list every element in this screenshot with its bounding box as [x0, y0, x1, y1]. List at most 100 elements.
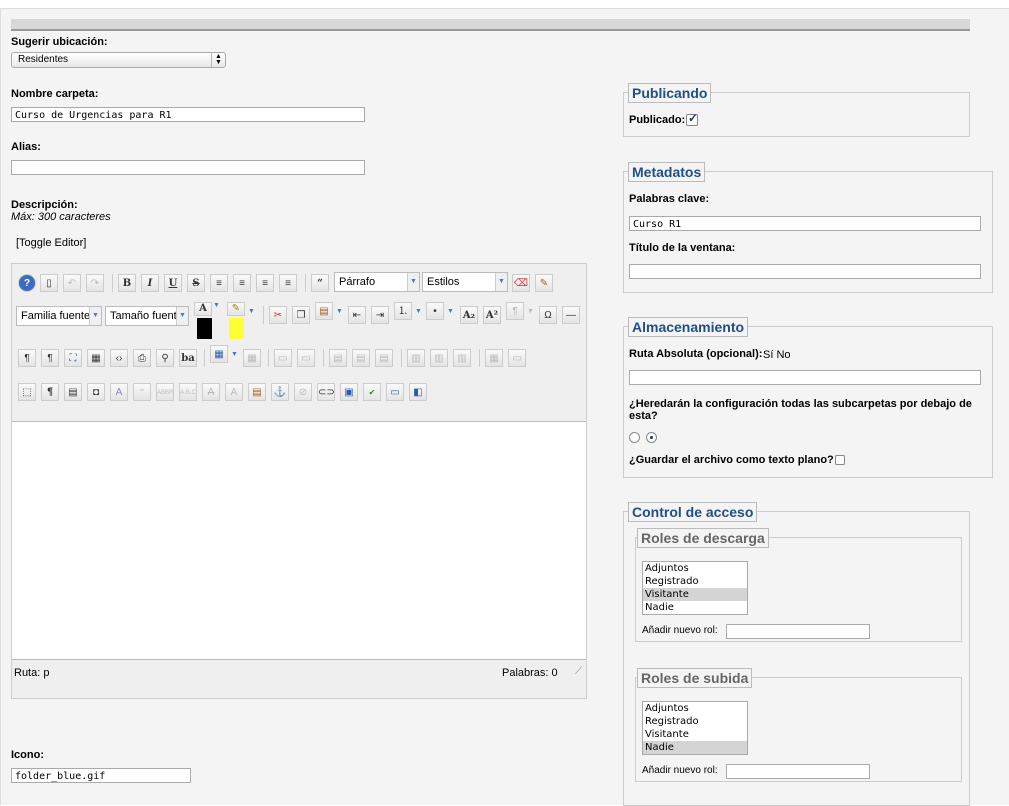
toggle-editor-link[interactable]: [Toggle Editor] — [16, 237, 86, 249]
subscript-icon[interactable]: A₂ — [460, 306, 478, 324]
insert-row-after-icon[interactable]: ▤ — [352, 349, 370, 367]
template-icon[interactable]: ▤ — [64, 383, 82, 401]
list-item-selected[interactable]: Visitante — [643, 588, 747, 601]
merge-cells-icon[interactable]: ▭ — [508, 349, 526, 367]
ltr-paragraph-icon[interactable]: ¶ — [18, 349, 36, 367]
italic-icon[interactable]: I — [141, 274, 159, 292]
download-roles-list[interactable]: Adjuntos Registrado Visitante Nadie — [642, 561, 748, 615]
insert-row-before-icon[interactable]: ▤ — [329, 349, 347, 367]
layer-icon[interactable]: ◘ — [87, 383, 105, 401]
absolute-path-options[interactable]: Sí No — [763, 349, 791, 361]
list-item-selected[interactable]: Nadie — [643, 741, 747, 754]
print-icon[interactable]: ⎙ — [133, 349, 151, 367]
cell-props-icon[interactable]: ▭ — [297, 349, 315, 367]
attributes-icon[interactable]: ▤ — [248, 383, 266, 401]
ordered-list-icon[interactable]: ⒈ — [394, 302, 412, 320]
redo-icon[interactable]: ↷ — [86, 274, 104, 292]
upload-add-role-input[interactable] — [726, 764, 870, 779]
inherit-radio-second[interactable] — [646, 432, 657, 443]
underline-icon[interactable]: U — [164, 274, 182, 292]
justify-full-icon[interactable]: ≡ — [210, 274, 228, 292]
show-blocks-icon[interactable]: ¶ — [41, 383, 59, 401]
dropdown-arrow-icon[interactable]: ▼ — [231, 351, 238, 358]
media-icon[interactable]: ◧ — [409, 383, 427, 401]
source-code-icon[interactable]: ‹› — [110, 349, 128, 367]
undo-icon[interactable]: ↶ — [63, 274, 81, 292]
delete-table-icon[interactable]: ▦ — [243, 349, 261, 367]
absolute-path-input[interactable] — [629, 370, 981, 385]
find-icon[interactable]: ⚲ — [156, 349, 174, 367]
delete-col-icon[interactable]: ▥ — [453, 349, 471, 367]
font-size-select[interactable]: Tamaño fuente ▼ — [105, 306, 189, 326]
indent-icon[interactable]: ⇥ — [371, 306, 389, 324]
text-direction-icon[interactable]: ¶ — [506, 302, 524, 320]
special-char-icon[interactable]: Ω — [539, 306, 557, 324]
visual-aid-icon[interactable]: ⬚ — [18, 383, 36, 401]
alias-input[interactable] — [11, 160, 365, 175]
window-title-input[interactable] — [629, 264, 981, 279]
icon-input[interactable]: folder_blue.gif — [11, 768, 191, 783]
cite-icon[interactable]: “” — [133, 383, 151, 401]
insert-col-after-icon[interactable]: ▥ — [430, 349, 448, 367]
upload-roles-list[interactable]: Adjuntos Registrado Visitante Nadie — [642, 701, 748, 755]
align-right-icon[interactable]: ≡ — [279, 274, 297, 292]
cut-icon[interactable]: ✂ — [269, 306, 287, 324]
dropdown-arrow-icon[interactable]: ▼ — [527, 308, 534, 315]
rtl-paragraph-icon[interactable]: ¶ — [41, 349, 59, 367]
editor-content-area[interactable] — [12, 421, 586, 660]
copy-icon[interactable]: ❐ — [292, 306, 310, 324]
style-props-icon[interactable]: A — [110, 383, 128, 401]
blockquote-icon[interactable]: “ — [311, 274, 329, 292]
align-left-icon[interactable]: ≡ — [256, 274, 274, 292]
new-document-icon[interactable]: ▯ — [40, 274, 58, 292]
delete-row-icon[interactable]: ▤ — [375, 349, 393, 367]
insert-text-icon[interactable]: A — [225, 383, 243, 401]
published-checkbox[interactable]: ✓ — [686, 111, 698, 126]
dropdown-arrow-icon[interactable]: ▼ — [248, 308, 255, 315]
anchor-icon[interactable]: ⚓ — [271, 383, 289, 401]
bold-icon[interactable]: B — [118, 274, 136, 292]
dropdown-arrow-icon[interactable]: ▼ — [415, 308, 422, 315]
align-center-icon[interactable]: ≡ — [233, 274, 251, 292]
list-item[interactable]: Visitante — [643, 728, 747, 741]
spellcheck-icon[interactable]: ✔ — [363, 383, 381, 401]
page-break-icon[interactable]: ▭ — [386, 383, 404, 401]
paste-icon[interactable]: ▤ — [315, 302, 333, 320]
split-cells-icon[interactable]: ▦ — [485, 349, 503, 367]
preview-icon[interactable]: ▦ — [87, 349, 105, 367]
styles-select[interactable]: Estilos ▼ — [422, 272, 508, 292]
insert-col-before-icon[interactable]: ▥ — [407, 349, 425, 367]
paragraph-format-select[interactable]: Párrafo ▼ — [334, 272, 420, 292]
download-add-role-input[interactable] — [726, 624, 870, 639]
list-item[interactable]: Nadie — [643, 601, 747, 614]
strikethrough-icon[interactable]: S — [187, 274, 205, 292]
row-props-icon[interactable]: ▭ — [274, 349, 292, 367]
insert-table-icon[interactable]: ▦ — [210, 345, 228, 363]
list-item[interactable]: Registrado — [643, 575, 747, 588]
abbreviation-icon[interactable]: ABBR — [156, 383, 174, 401]
list-item[interactable]: Adjuntos — [643, 702, 747, 715]
resize-handle-icon[interactable]: ⟋ — [575, 666, 582, 677]
dropdown-arrow-icon[interactable]: ▼ — [336, 308, 343, 315]
replace-icon[interactable]: ba — [179, 349, 197, 367]
dropdown-arrow-icon[interactable]: ▼ — [447, 308, 454, 315]
outdent-icon[interactable]: ⇤ — [348, 306, 366, 324]
keywords-input[interactable]: Curso R1 — [629, 216, 981, 231]
link-icon[interactable]: ⊂⊃ — [317, 383, 335, 401]
fullscreen-icon[interactable]: ⛶ — [64, 349, 82, 367]
help-icon[interactable]: ? — [18, 274, 36, 292]
cleanup-brush-icon[interactable]: ✎ — [535, 274, 553, 292]
horizontal-rule-icon[interactable]: — — [562, 306, 580, 324]
image-icon[interactable]: ▣ — [340, 383, 358, 401]
unlink-icon[interactable]: ⊘ — [294, 383, 312, 401]
text-color-icon[interactable]: A — [194, 302, 212, 316]
inherit-radio-first[interactable] — [629, 432, 640, 443]
superscript-icon[interactable]: A² — [483, 306, 501, 324]
delete-text-icon[interactable]: A — [202, 383, 220, 401]
save-plain-text-checkbox[interactable] — [835, 455, 845, 465]
dropdown-arrow-icon[interactable]: ▼ — [213, 302, 220, 309]
unordered-list-icon[interactable]: • — [426, 302, 444, 320]
folder-name-input[interactable]: Curso de Urgencias para R1 — [11, 107, 365, 122]
suggest-location-select[interactable]: Residentes ▲ ▼ — [11, 52, 226, 68]
list-item[interactable]: Adjuntos — [643, 562, 747, 575]
